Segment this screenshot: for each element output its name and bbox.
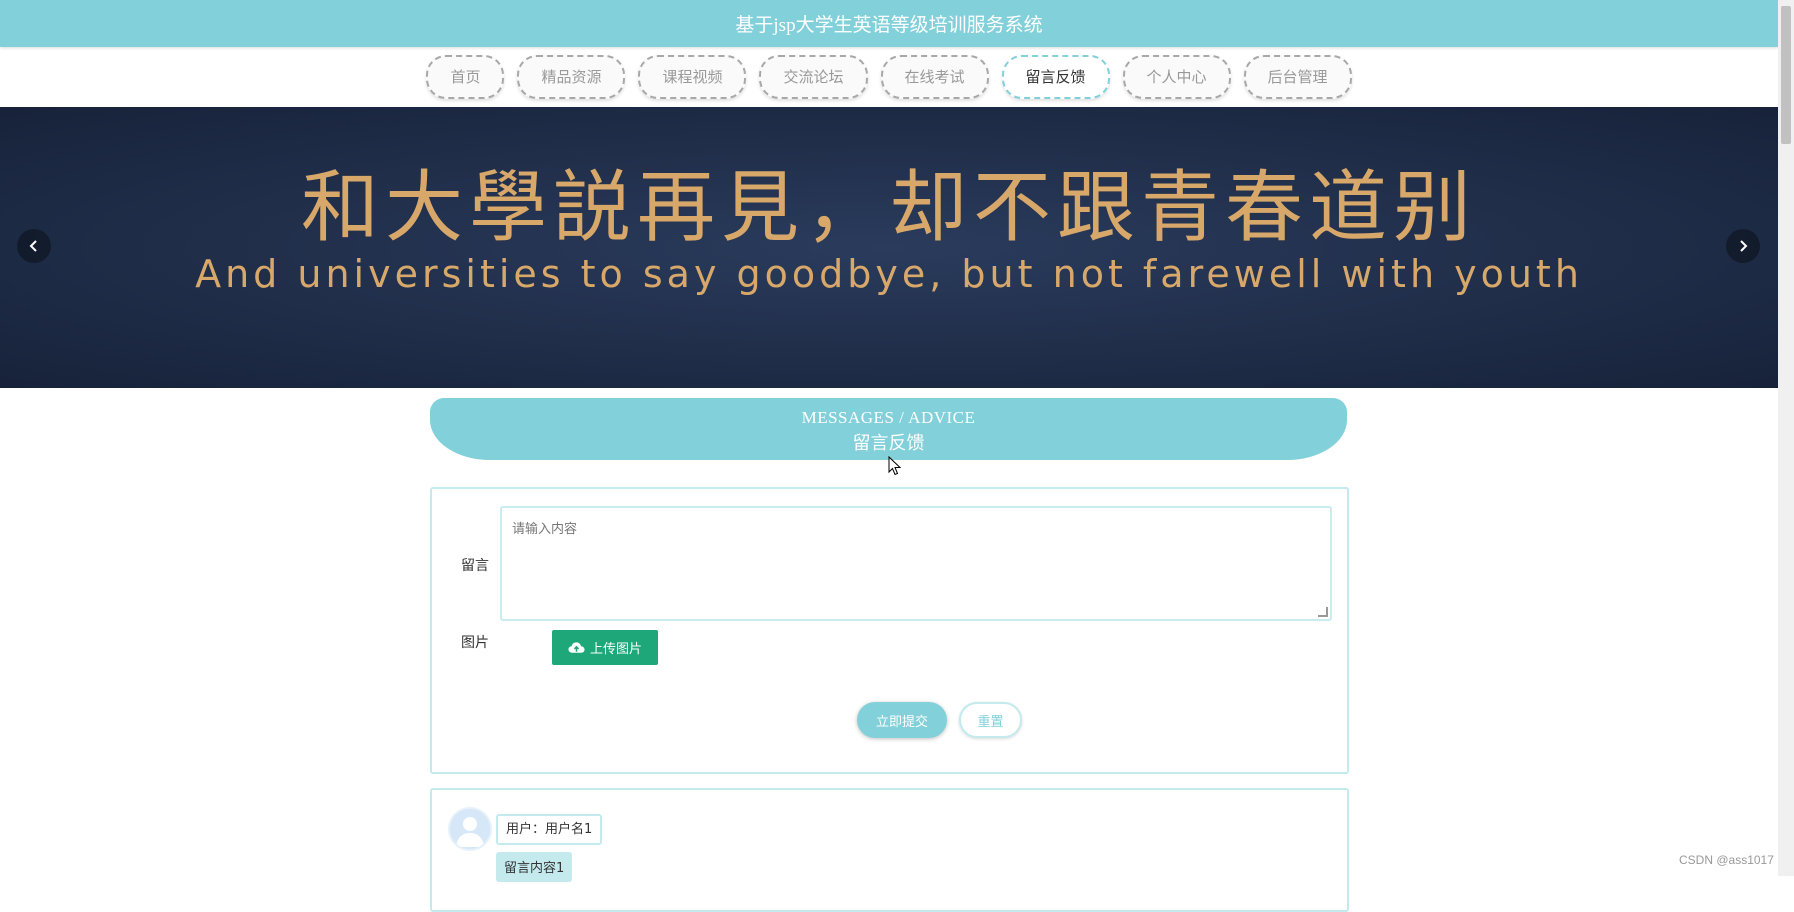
banner-carousel: 和大學説再見，却不跟青春道别 And universities to say g… <box>0 107 1778 388</box>
main-nav: 首页 精品资源 课程视频 交流论坛 在线考试 留言反馈 个人中心 后台管理 <box>0 52 1778 102</box>
section-heading: MESSAGES / ADVICE 留言反馈 <box>430 398 1347 460</box>
chevron-left-icon[interactable] <box>17 229 51 263</box>
mouse-cursor-icon <box>888 456 902 476</box>
reset-button[interactable]: 重置 <box>959 702 1022 738</box>
nav-item-course-videos[interactable]: 课程视频 <box>638 55 747 99</box>
site-title: 基于jsp大学生英语等级培训服务系统 <box>735 15 1043 36</box>
watermark: CSDN @ass1017 <box>1679 853 1774 867</box>
message-content: 留言内容1 <box>496 852 573 882</box>
upload-image-label: 上传图片 <box>589 642 642 657</box>
banner-subline: And universities to say goodbye, but not… <box>195 252 1583 296</box>
upload-image-button[interactable]: 上传图片 <box>552 630 658 665</box>
nav-item-admin[interactable]: 后台管理 <box>1243 55 1352 99</box>
banner-headline: 和大學説再見，却不跟青春道别 <box>300 163 1477 253</box>
nav-item-home[interactable]: 首页 <box>426 55 505 99</box>
section-title-cn: 留言反馈 <box>852 433 925 454</box>
nav-item-feedback[interactable]: 留言反馈 <box>1001 55 1110 99</box>
nav-item-user-center[interactable]: 个人中心 <box>1122 55 1231 99</box>
image-label: 图片 <box>461 635 489 651</box>
message-placeholder: 请输入内容 <box>512 522 578 537</box>
site-header: 基于jsp大学生英语等级培训服务系统 <box>0 0 1778 47</box>
nav-item-online-exam[interactable]: 在线考试 <box>880 55 989 99</box>
user-avatar-icon <box>448 807 492 851</box>
feedback-form: 留言 请输入内容 图片 上传图片 立即提交 重置 <box>430 487 1349 774</box>
message-label: 留言 <box>461 558 489 574</box>
message-textarea[interactable]: 请输入内容 <box>500 506 1332 621</box>
section-title-en: MESSAGES / ADVICE <box>801 408 976 427</box>
resize-handle-icon[interactable] <box>1318 607 1328 617</box>
scrollbar-thumb[interactable] <box>1781 6 1791 144</box>
page-scrollbar[interactable] <box>1778 0 1794 876</box>
nav-item-forum[interactable]: 交流论坛 <box>759 55 868 99</box>
message-item: 用户：用户名1 留言内容1 <box>430 788 1349 912</box>
message-user: 用户：用户名1 <box>496 814 603 845</box>
chevron-right-icon[interactable] <box>1726 229 1760 263</box>
cloud-upload-icon <box>568 641 585 653</box>
submit-button[interactable]: 立即提交 <box>857 702 947 738</box>
nav-item-resources[interactable]: 精品资源 <box>517 55 626 99</box>
